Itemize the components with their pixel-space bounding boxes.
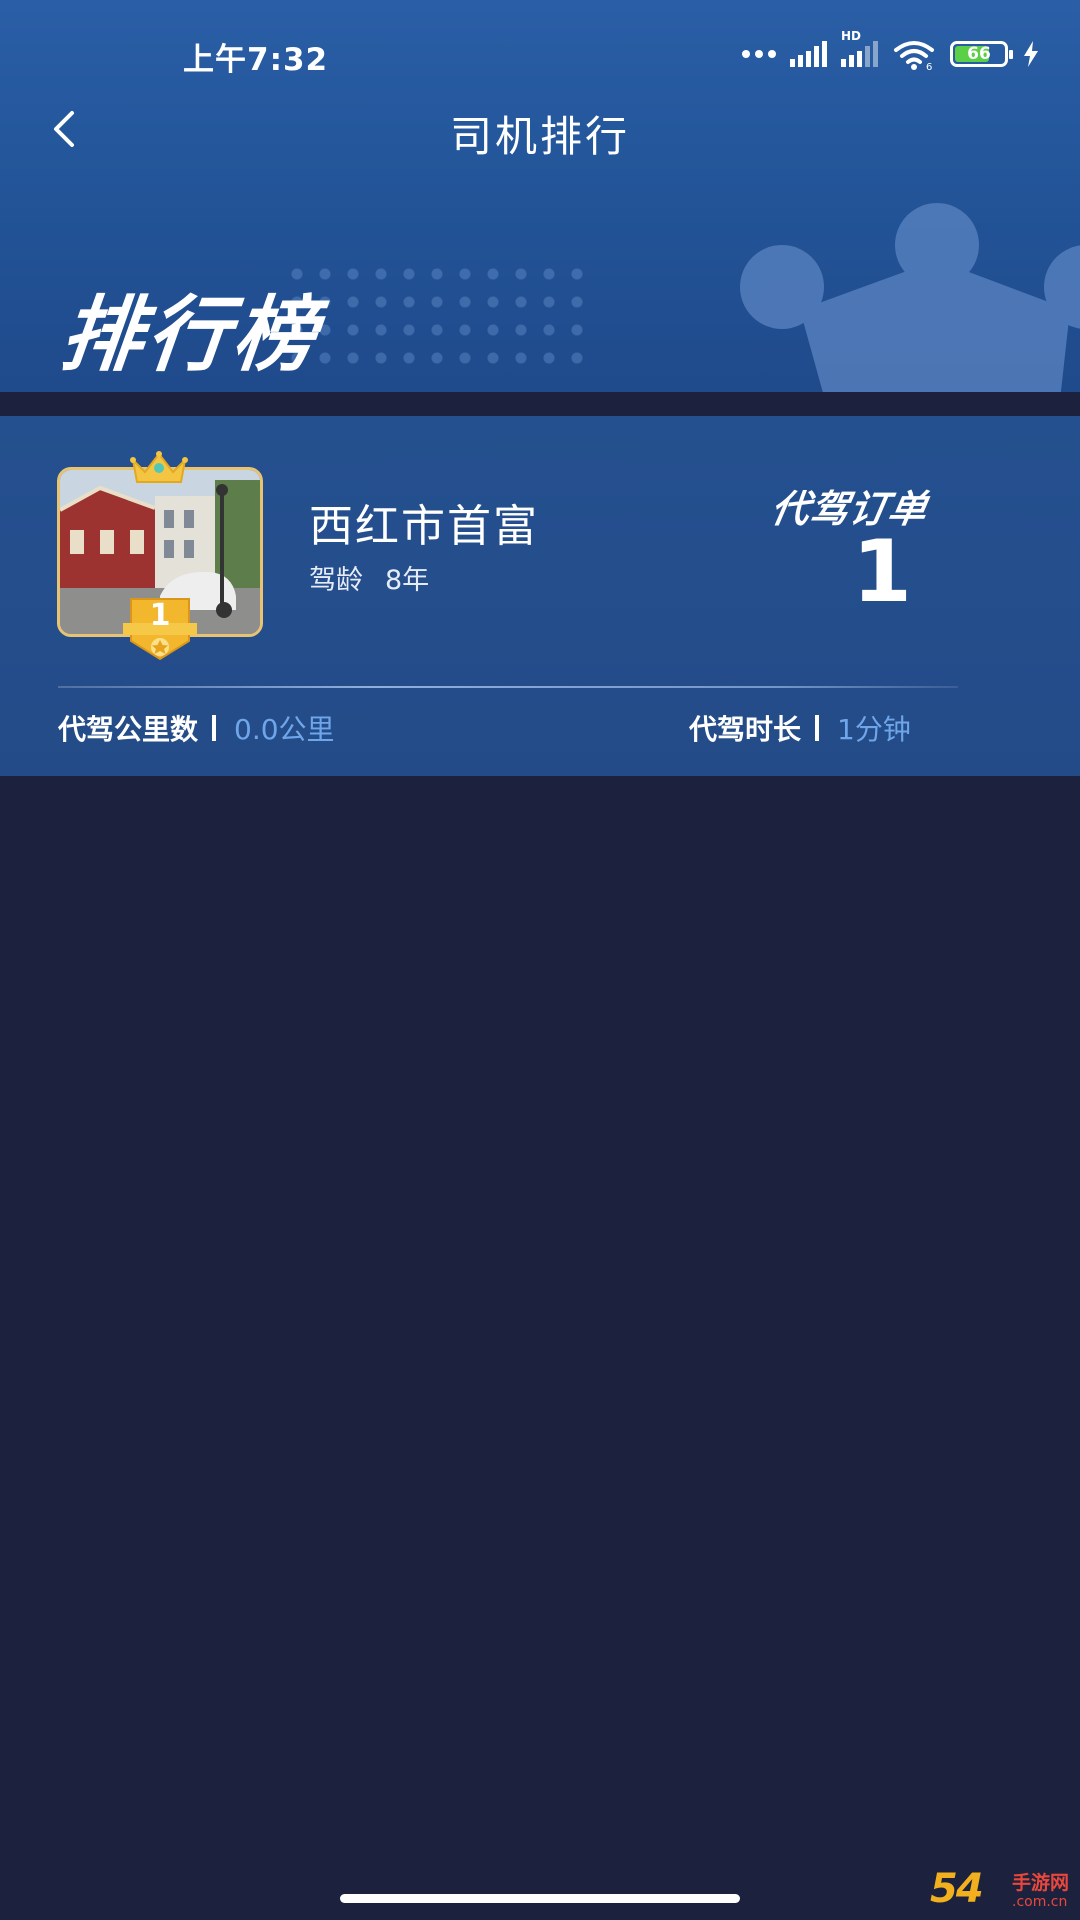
battery-icon: 66 bbox=[950, 41, 1013, 67]
status-icons: HD 6 66 bbox=[742, 29, 1040, 74]
watermark-logo: 54 手游网 .com.cn bbox=[930, 1866, 1080, 1920]
battery-level: 66 bbox=[967, 44, 991, 64]
more-dots-icon bbox=[742, 50, 776, 58]
separator bbox=[815, 715, 820, 741]
signal-icon bbox=[790, 41, 827, 67]
header-banner: 上午7:32 HD 6 66 司机排行 排行榜 bbox=[0, 0, 1080, 392]
driver-name: 西红市首富 bbox=[309, 501, 539, 552]
wifi-label: 6 bbox=[926, 62, 932, 70]
rank-number: 1 bbox=[149, 598, 171, 633]
watermark-url: .com.cn bbox=[1012, 1894, 1068, 1910]
distance-label: 代驾公里数 bbox=[58, 713, 199, 746]
card-divider bbox=[58, 686, 958, 688]
signal-hd-icon: HD bbox=[841, 29, 878, 67]
distance-value: 0.0公里 bbox=[234, 713, 335, 746]
banner-title: 排行榜 bbox=[56, 288, 325, 383]
home-indicator[interactable] bbox=[340, 1894, 740, 1903]
wifi-icon: 6 bbox=[894, 41, 934, 70]
duration-label: 代驾时长 bbox=[689, 713, 802, 746]
watermark-name: 手游网 bbox=[1012, 1872, 1070, 1894]
orders-value: 1 bbox=[852, 522, 912, 622]
crown-decoration-icon bbox=[740, 203, 1080, 392]
status-bar: 上午7:32 HD 6 66 bbox=[0, 0, 1080, 100]
section-divider bbox=[0, 392, 1080, 416]
duration-value: 1分钟 bbox=[837, 713, 911, 746]
driver-experience: 驾龄 8年 bbox=[309, 558, 429, 597]
experience-value: 8年 bbox=[385, 565, 430, 596]
charging-icon bbox=[1024, 41, 1038, 67]
crown-icon bbox=[130, 451, 188, 483]
experience-label: 驾龄 bbox=[309, 565, 363, 596]
dot-pattern-decoration bbox=[283, 260, 593, 370]
status-time: 上午7:32 bbox=[183, 42, 329, 78]
nav-bar: 司机排行 bbox=[0, 95, 1080, 165]
separator bbox=[212, 715, 217, 741]
page-title: 司机排行 bbox=[449, 112, 630, 161]
distance-stat: 代驾公里数 0.0公里 bbox=[58, 708, 335, 748]
driver-avatar-group: 1 bbox=[57, 450, 267, 665]
network-label: HD bbox=[841, 29, 862, 43]
watermark-number: 54 bbox=[930, 1866, 984, 1912]
duration-stat: 代驾时长 1分钟 bbox=[689, 708, 911, 748]
